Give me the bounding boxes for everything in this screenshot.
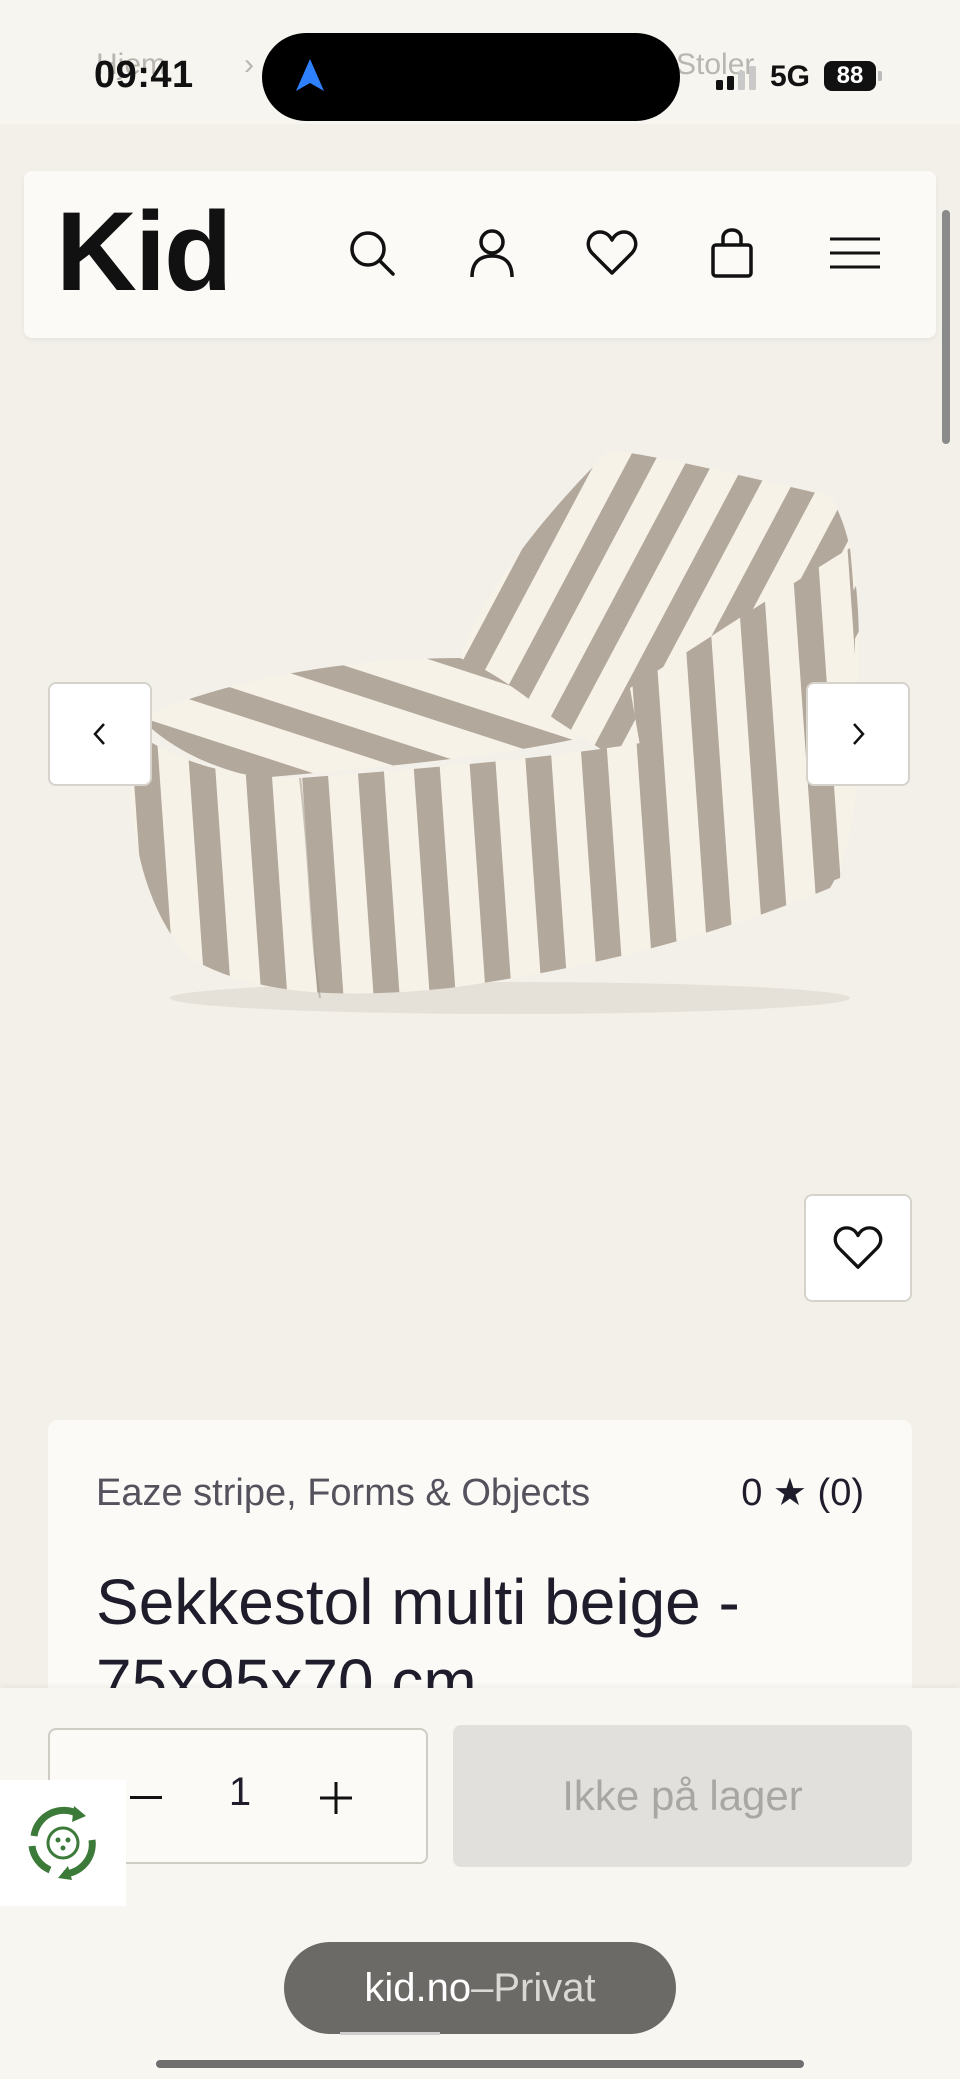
location-arrow-icon [296, 59, 324, 91]
heart-icon [833, 1226, 883, 1269]
recycle-badge[interactable] [0, 1780, 126, 1906]
product-info: Eaze stripe, Forms & Objects 0 ★ (0) Sek… [48, 1420, 912, 1720]
browser-mode: Privat [493, 1965, 596, 2010]
gallery-next-button[interactable] [806, 682, 910, 786]
add-to-favorites-button[interactable] [804, 1194, 912, 1302]
gallery-prev-button[interactable] [48, 682, 152, 786]
signal-icon [716, 66, 756, 90]
rating-star-icon: ★ [772, 1472, 807, 1514]
plus-icon [320, 1782, 352, 1814]
battery-cap [878, 71, 882, 81]
minus-icon [130, 1796, 162, 1799]
status-bar: Hjem › Stoler 09:41 5G 88 [0, 0, 960, 124]
site-header: Kid [24, 171, 936, 338]
browser-separator: – [471, 1965, 494, 2010]
search-icon[interactable] [342, 223, 402, 283]
dynamic-island [262, 33, 680, 121]
product-rating[interactable]: 0 ★ (0) [741, 1470, 864, 1515]
ghost-breadcrumb-separator: › [244, 48, 254, 81]
quantity-value[interactable]: 1 [220, 1770, 260, 1815]
bag-icon[interactable] [702, 223, 762, 283]
browser-domain: kid.no [364, 1965, 472, 2010]
product-brand-line[interactable]: Eaze stripe, Forms & Objects [96, 1472, 590, 1515]
rating-value: 0 [741, 1472, 763, 1514]
status-time: 09:41 [94, 54, 194, 96]
quantity-increase-button[interactable] [312, 1774, 360, 1822]
home-indicator[interactable] [156, 2060, 804, 2068]
rating-count: (0) [817, 1472, 864, 1514]
site-logo[interactable]: Kid [56, 187, 232, 317]
browser-address-pill[interactable]: kid.no – Privat [284, 1942, 676, 2034]
recycle-icon [28, 1806, 96, 1880]
chevron-right-icon [853, 723, 865, 745]
battery-level: 88 [824, 61, 876, 91]
wishlist-heart-icon[interactable] [582, 223, 642, 283]
menu-icon[interactable] [822, 223, 888, 283]
network-type: 5G [770, 60, 811, 93]
page-load-progress [340, 2032, 440, 2035]
quantity-decrease-button[interactable] [122, 1774, 170, 1822]
account-icon[interactable] [462, 223, 522, 283]
chevron-left-icon [93, 723, 105, 745]
product-image[interactable] [110, 438, 890, 1018]
add-to-cart-button[interactable]: Ikke på lager [453, 1725, 912, 1867]
